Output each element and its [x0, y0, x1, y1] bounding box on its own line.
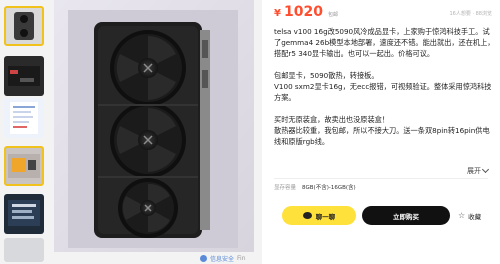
spec-value: 8GB(不含)-16GB(含)	[302, 185, 356, 191]
expand-description-button[interactable]: 展开	[467, 165, 490, 176]
favorite-button[interactable]: ☆ 收藏	[458, 209, 481, 223]
description-paragraph-3: V100 sxm2显卡16g，无ecc报错，可视频验证。整体采用惊鸿科技方案。	[274, 82, 492, 102]
listing-page: 信息安全 Fin ¥ 1020 包邮 16人想要 · 88浏览 telsa v1…	[0, 0, 500, 264]
listing-detail-panel: ¥ 1020 包邮 16人想要 · 88浏览 telsa v100 16g改50…	[262, 0, 500, 264]
shipping-tag: 包邮	[327, 12, 338, 18]
divider	[274, 178, 488, 179]
info-security-note[interactable]: 信息安全 Fin	[200, 252, 246, 264]
thumbnail-5[interactable]	[4, 194, 44, 234]
chat-bubble-icon	[302, 212, 312, 219]
thumbnail-3[interactable]	[4, 98, 44, 138]
buy-now-button[interactable]: 立即购买	[362, 206, 450, 225]
price-currency: ¥	[274, 8, 281, 19]
listing-description: telsa v100 16g改5090风冷成品显卡，上家购于惊鸿科技手工。试了g…	[274, 26, 496, 147]
spec-row-memory: 显存容量 8GB(不含)-16GB(含)	[274, 183, 356, 191]
description-paragraph-1: telsa v100 16g改5090风冷成品显卡，上家购于惊鸿科技手工。试了g…	[274, 27, 495, 58]
thumbnail-4[interactable]	[4, 146, 44, 186]
fan-top	[110, 30, 186, 106]
shield-icon	[200, 254, 207, 262]
description-paragraph-5: 散热器比较重，我包邮，所以不接大刀。送一条双8pin转16pin供电线和原版rg…	[274, 126, 490, 146]
star-icon: ☆	[458, 211, 466, 220]
action-bar: 聊一聊 立即购买 ☆ 收藏	[274, 206, 496, 226]
spec-label: 显存容量	[274, 185, 297, 191]
price-row: ¥ 1020 包邮	[274, 4, 338, 20]
fan-middle	[110, 102, 186, 178]
fan-bottom	[118, 178, 178, 238]
description-paragraph-2: 包邮显卡，5090散热，转接板。	[274, 71, 379, 80]
thumbnail-2[interactable]	[4, 56, 44, 96]
chevron-down-icon	[481, 165, 490, 174]
chat-button[interactable]: 聊一聊	[282, 206, 356, 225]
thumbnail-strip	[0, 0, 50, 264]
listing-meta: 16人想要 · 88浏览	[449, 11, 493, 17]
description-paragraph-4: 买时无原装盒，故卖出也没原装盒！	[274, 115, 390, 124]
thumbnail-1[interactable]	[4, 6, 44, 46]
price-value: 1020	[283, 4, 323, 20]
product-photo[interactable]	[54, 0, 254, 252]
thumbnail-6[interactable]	[4, 238, 44, 262]
